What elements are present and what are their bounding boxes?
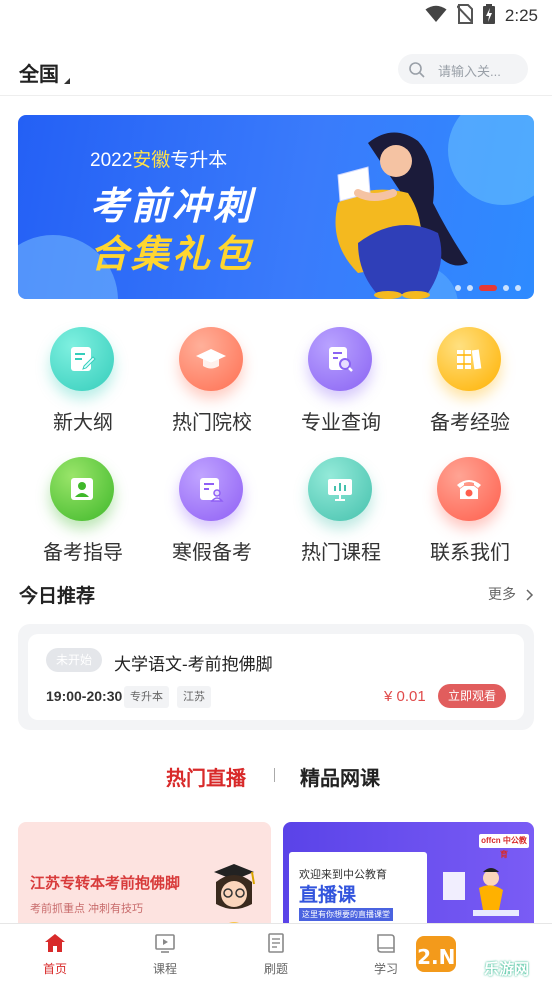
tab-hot-live[interactable]: 热门直播 bbox=[166, 762, 246, 791]
today-recommend-title: 今日推荐 bbox=[19, 586, 96, 607]
tab-divider bbox=[274, 768, 275, 782]
exercise-icon bbox=[265, 932, 287, 959]
banner-title-line1: 考前冲刺 bbox=[90, 186, 255, 228]
book-icon bbox=[375, 932, 397, 959]
pagination-dot-active[interactable] bbox=[479, 285, 497, 291]
no-sim-icon bbox=[456, 3, 474, 29]
course-time: 19:00-20:30 bbox=[46, 688, 123, 704]
student-illustration bbox=[443, 858, 523, 932]
pagination-dot[interactable] bbox=[515, 285, 521, 291]
grid-label: 寒假备考 bbox=[172, 542, 252, 564]
grid-label: 专业查询 bbox=[301, 412, 381, 434]
reading-girl-illustration bbox=[298, 123, 488, 299]
banner-title-line2: 合集礼包 bbox=[90, 234, 255, 276]
more-link[interactable]: 更多 bbox=[488, 584, 516, 604]
grid-item-exam-experience[interactable]: 备考经验 bbox=[405, 320, 525, 440]
live-card-title: 江苏专转本考前抱佛脚 bbox=[30, 875, 181, 892]
books-icon bbox=[437, 327, 501, 391]
home-icon bbox=[44, 932, 66, 959]
search-placeholder: 请输入关... bbox=[438, 64, 501, 79]
feature-grid: 新大纲 热门院校 专业查询 备考经验 备考指导 寒假备考 热门课程 联系我们 bbox=[18, 320, 534, 570]
grid-label: 热门课程 bbox=[301, 542, 381, 564]
banner-pagination[interactable] bbox=[455, 285, 521, 291]
search-document-icon bbox=[308, 327, 372, 391]
grid-label: 备考经验 bbox=[430, 412, 510, 434]
grid-item-new-syllabus[interactable]: 新大纲 bbox=[18, 320, 138, 440]
status-badge: 未开始 bbox=[46, 648, 102, 672]
watermark-text: 962.NET bbox=[414, 945, 483, 969]
region-selector[interactable]: 全国 bbox=[19, 58, 59, 87]
presentation-icon bbox=[308, 457, 372, 521]
edit-document-icon bbox=[50, 327, 114, 391]
banner-subtitle: 2022安徽专升本 bbox=[90, 150, 228, 171]
nav-label: 学习 bbox=[373, 962, 398, 976]
live-card[interactable]: offcn 中公教育 欢迎来到中公教育 直播课 这里有你想要的直播课堂 bbox=[283, 822, 534, 932]
promo-banner[interactable]: 2022安徽专升本 考前冲刺 合集礼包 bbox=[18, 115, 534, 299]
search-box[interactable]: 请输入关... bbox=[398, 54, 528, 84]
pagination-dot[interactable] bbox=[455, 285, 461, 291]
live-card[interactable]: 江苏专转本考前抱佛脚 考前抓重点 冲刺有技巧 bbox=[18, 822, 271, 932]
watermark-sub: 乐游网 bbox=[484, 961, 530, 978]
tutor-icon bbox=[50, 457, 114, 521]
course-title[interactable]: 大学语文-考前抱佛脚 bbox=[114, 650, 273, 675]
brand-logo: offcn 中公教育 bbox=[479, 834, 529, 859]
teacher-illustration bbox=[204, 858, 264, 932]
grid-item-exam-guide[interactable]: 备考指导 bbox=[18, 450, 138, 570]
top-header: 全国 请输入关... bbox=[0, 44, 552, 96]
grid-item-contact-us[interactable]: 联系我们 bbox=[405, 450, 525, 570]
status-time: 2:25 bbox=[504, 6, 538, 25]
pagination-dot[interactable] bbox=[467, 285, 473, 291]
grid-item-major-search[interactable]: 专业查询 bbox=[276, 320, 396, 440]
nav-label: 课程 bbox=[152, 962, 177, 976]
live-card-title: 直播课 bbox=[299, 885, 357, 906]
course-tag: 江苏 bbox=[177, 686, 211, 708]
nav-label: 首页 bbox=[42, 962, 67, 976]
course-price: ¥ 0.01 bbox=[384, 688, 426, 705]
site-watermark: 962.NET 乐游网 bbox=[389, 930, 552, 980]
grid-label: 备考指导 bbox=[43, 542, 123, 564]
profile-card-icon bbox=[179, 457, 243, 521]
grid-item-hot-courses[interactable]: 热门课程 bbox=[276, 450, 396, 570]
wifi-icon bbox=[425, 5, 447, 28]
grid-label: 联系我们 bbox=[430, 542, 510, 564]
search-icon bbox=[408, 61, 426, 84]
graduation-cap-icon bbox=[179, 327, 243, 391]
nav-label: 刷题 bbox=[263, 962, 288, 976]
grid-item-hot-schools[interactable]: 热门院校 bbox=[147, 320, 267, 440]
course-tag: 专升本 bbox=[124, 686, 169, 708]
battery-charging-icon bbox=[482, 3, 495, 29]
pagination-dot[interactable] bbox=[503, 285, 509, 291]
watch-now-button[interactable]: 立即观看 bbox=[438, 684, 506, 708]
grid-label: 新大纲 bbox=[53, 412, 113, 434]
live-card-subtitle: 这里有你想要的直播课堂 bbox=[299, 908, 393, 921]
tab-quality-course[interactable]: 精品网课 bbox=[300, 762, 380, 791]
grid-item-winter-prep[interactable]: 寒假备考 bbox=[147, 450, 267, 570]
telephone-icon bbox=[437, 457, 501, 521]
grid-label: 热门院校 bbox=[172, 412, 252, 434]
course-play-icon bbox=[154, 932, 176, 959]
chevron-right-icon[interactable] bbox=[526, 588, 534, 606]
region-caret-icon[interactable] bbox=[64, 78, 70, 84]
status-bar: 2:25 bbox=[0, 0, 552, 32]
live-card-subtitle: 考前抓重点 冲刺有技巧 bbox=[30, 903, 144, 915]
course-card[interactable]: 未开始 大学语文-考前抱佛脚 19:00-20:30 专升本 江苏 ¥ 0.01… bbox=[28, 634, 524, 720]
recommend-card-wrapper: 未开始 大学语文-考前抱佛脚 19:00-20:30 专升本 江苏 ¥ 0.01… bbox=[18, 624, 534, 730]
